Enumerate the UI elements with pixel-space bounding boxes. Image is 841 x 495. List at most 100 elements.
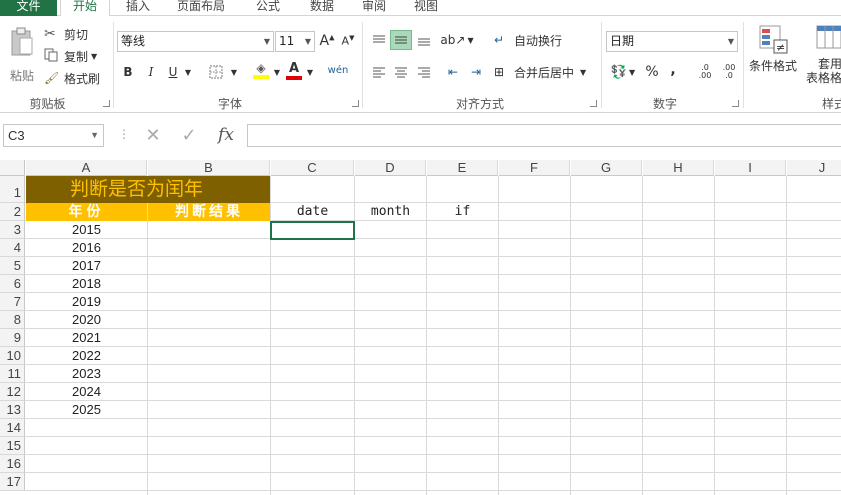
year-cell[interactable]: 2025 bbox=[26, 401, 147, 419]
tab-view[interactable]: 视图 bbox=[402, 0, 450, 16]
tab-home[interactable]: 开始 bbox=[60, 0, 110, 17]
column-header-j[interactable]: J bbox=[787, 160, 841, 176]
row-header-12[interactable]: 12 bbox=[0, 383, 25, 401]
cut-button[interactable]: ✂ 剪切 bbox=[44, 24, 94, 44]
comma-button[interactable]: , bbox=[664, 60, 682, 80]
selected-cell-c3[interactable] bbox=[270, 221, 355, 240]
year-cell[interactable]: 2019 bbox=[26, 293, 147, 311]
tab-review[interactable]: 审阅 bbox=[350, 0, 398, 16]
font-size-combo[interactable]: 11 ▼ bbox=[275, 31, 315, 52]
tab-file[interactable]: 文件 bbox=[0, 0, 57, 16]
phonetic-button[interactable]: wén bbox=[325, 60, 351, 80]
row-header-2[interactable]: 2 bbox=[0, 203, 25, 221]
worksheet-grid[interactable]: ABCDEFGHIJ 1 2 3 4 5 6 7 8 9 10 11 12 13 14 15 16 17 判断是… bbox=[0, 160, 841, 495]
grow-font-button[interactable]: A▲ bbox=[319, 31, 335, 51]
conditional-formatting-button[interactable]: ≠ 条件格式 bbox=[746, 24, 800, 88]
wrap-text-button[interactable]: ↵ 自动换行 bbox=[494, 30, 572, 50]
number-format-combo[interactable]: 日期 ▼ bbox=[606, 31, 738, 52]
tab-insert[interactable]: 插入 bbox=[114, 0, 162, 16]
row-header-10[interactable]: 10 bbox=[0, 347, 25, 365]
increase-indent-button[interactable]: ⇥ bbox=[465, 62, 487, 82]
tab-formulas[interactable]: 公式 bbox=[244, 0, 292, 16]
header-date-cell[interactable]: date bbox=[271, 203, 354, 221]
insert-function-icon[interactable]: fx bbox=[212, 125, 240, 145]
select-all-corner[interactable] bbox=[0, 160, 25, 176]
enter-icon[interactable]: ✓ bbox=[176, 125, 202, 146]
chevron-down-icon[interactable]: ▼ bbox=[304, 62, 316, 82]
year-cell[interactable]: 2023 bbox=[26, 365, 147, 383]
header-year-cell[interactable]: 年份 bbox=[26, 203, 147, 221]
row-header-14[interactable]: 14 bbox=[0, 419, 25, 437]
decrease-decimal-button[interactable]: .00 .0 bbox=[718, 62, 740, 82]
copy-button[interactable]: 复制 ▼ bbox=[44, 46, 106, 66]
row-header-16[interactable]: 16 bbox=[0, 455, 25, 473]
column-header-e[interactable]: E bbox=[427, 160, 498, 176]
row-header-13[interactable]: 13 bbox=[0, 401, 25, 419]
chevron-down-icon[interactable]: ▼ bbox=[228, 62, 240, 82]
align-right-button[interactable] bbox=[413, 62, 435, 82]
year-cell[interactable]: 2021 bbox=[26, 329, 147, 347]
row-header-15[interactable]: 15 bbox=[0, 437, 25, 455]
font-launcher-icon[interactable] bbox=[352, 100, 359, 107]
header-result-cell[interactable]: 判断结果 bbox=[148, 203, 270, 221]
align-left-button[interactable] bbox=[368, 62, 390, 82]
row-header-9[interactable]: 9 bbox=[0, 329, 25, 347]
format-painter-button[interactable]: 🖌 格式刷 bbox=[44, 68, 106, 88]
paste-button[interactable]: 粘贴 bbox=[5, 26, 39, 84]
borders-button[interactable] bbox=[205, 62, 227, 82]
year-cell[interactable]: 2024 bbox=[26, 383, 147, 401]
title-cell[interactable]: 判断是否为闰年 bbox=[26, 176, 270, 203]
increase-decimal-button[interactable]: .0 .00 bbox=[694, 62, 716, 82]
tab-page-layout[interactable]: 页面布局 bbox=[168, 0, 234, 16]
row-header-5[interactable]: 5 bbox=[0, 257, 25, 275]
font-color-button[interactable]: A bbox=[283, 60, 305, 80]
year-cell[interactable]: 2022 bbox=[26, 347, 147, 365]
row-header-3[interactable]: 3 bbox=[0, 221, 25, 239]
merge-center-button[interactable]: ⊞ 合并后居中 ▼ bbox=[494, 62, 596, 82]
column-header-i[interactable]: I bbox=[715, 160, 786, 176]
column-header-c[interactable]: C bbox=[271, 160, 354, 176]
decrease-indent-button[interactable]: ⇤ bbox=[442, 62, 464, 82]
number-launcher-icon[interactable] bbox=[732, 100, 739, 107]
row-header-4[interactable]: 4 bbox=[0, 239, 25, 257]
row-header-8[interactable]: 8 bbox=[0, 311, 25, 329]
chevron-down-icon[interactable]: ▼ bbox=[182, 62, 194, 82]
font-name-combo[interactable]: 等线 ▼ bbox=[117, 31, 274, 52]
year-cell[interactable]: 2016 bbox=[26, 239, 147, 257]
orientation-button[interactable]: ab↗ ▼ bbox=[440, 30, 473, 50]
column-header-f[interactable]: F bbox=[499, 160, 570, 176]
column-header-d[interactable]: D bbox=[355, 160, 426, 176]
align-top-button[interactable] bbox=[368, 30, 390, 50]
name-box[interactable]: C3 ▼ bbox=[3, 124, 104, 147]
formula-input[interactable] bbox=[247, 124, 841, 147]
alignment-launcher-icon[interactable] bbox=[590, 100, 597, 107]
year-cell[interactable]: 2018 bbox=[26, 275, 147, 293]
row-header-1[interactable]: 1 bbox=[0, 176, 25, 203]
fill-color-button[interactable]: ◈ bbox=[250, 60, 272, 80]
shrink-font-button[interactable]: A▼ bbox=[340, 31, 356, 51]
row-header-7[interactable]: 7 bbox=[0, 293, 25, 311]
row-header-11[interactable]: 11 bbox=[0, 365, 25, 383]
align-middle-button[interactable] bbox=[390, 30, 412, 50]
column-header-h[interactable]: H bbox=[643, 160, 714, 176]
header-month-cell[interactable]: month bbox=[355, 203, 426, 221]
format-as-table-button[interactable]: 套用 表格格式 bbox=[800, 24, 841, 88]
year-cell[interactable]: 2020 bbox=[26, 311, 147, 329]
column-header-b[interactable]: B bbox=[148, 160, 270, 176]
year-cell[interactable]: 2015 bbox=[26, 221, 147, 239]
chevron-down-icon[interactable]: ▼ bbox=[271, 62, 283, 82]
row-header-6[interactable]: 6 bbox=[0, 275, 25, 293]
year-cell[interactable]: 2017 bbox=[26, 257, 147, 275]
bold-button[interactable]: B bbox=[119, 62, 137, 82]
accounting-format-button[interactable]: 💱 ▼ bbox=[607, 62, 639, 82]
italic-button[interactable]: I bbox=[142, 62, 160, 82]
underline-button[interactable]: U bbox=[164, 62, 182, 82]
row-header-17[interactable]: 17 bbox=[0, 473, 25, 491]
clipboard-launcher-icon[interactable] bbox=[103, 100, 110, 107]
tab-data[interactable]: 数据 bbox=[298, 0, 346, 16]
header-if-cell[interactable]: if bbox=[427, 203, 498, 221]
column-header-g[interactable]: G bbox=[571, 160, 642, 176]
percent-button[interactable]: % bbox=[643, 62, 661, 82]
align-bottom-button[interactable] bbox=[413, 30, 435, 50]
align-center-button[interactable] bbox=[390, 62, 412, 82]
